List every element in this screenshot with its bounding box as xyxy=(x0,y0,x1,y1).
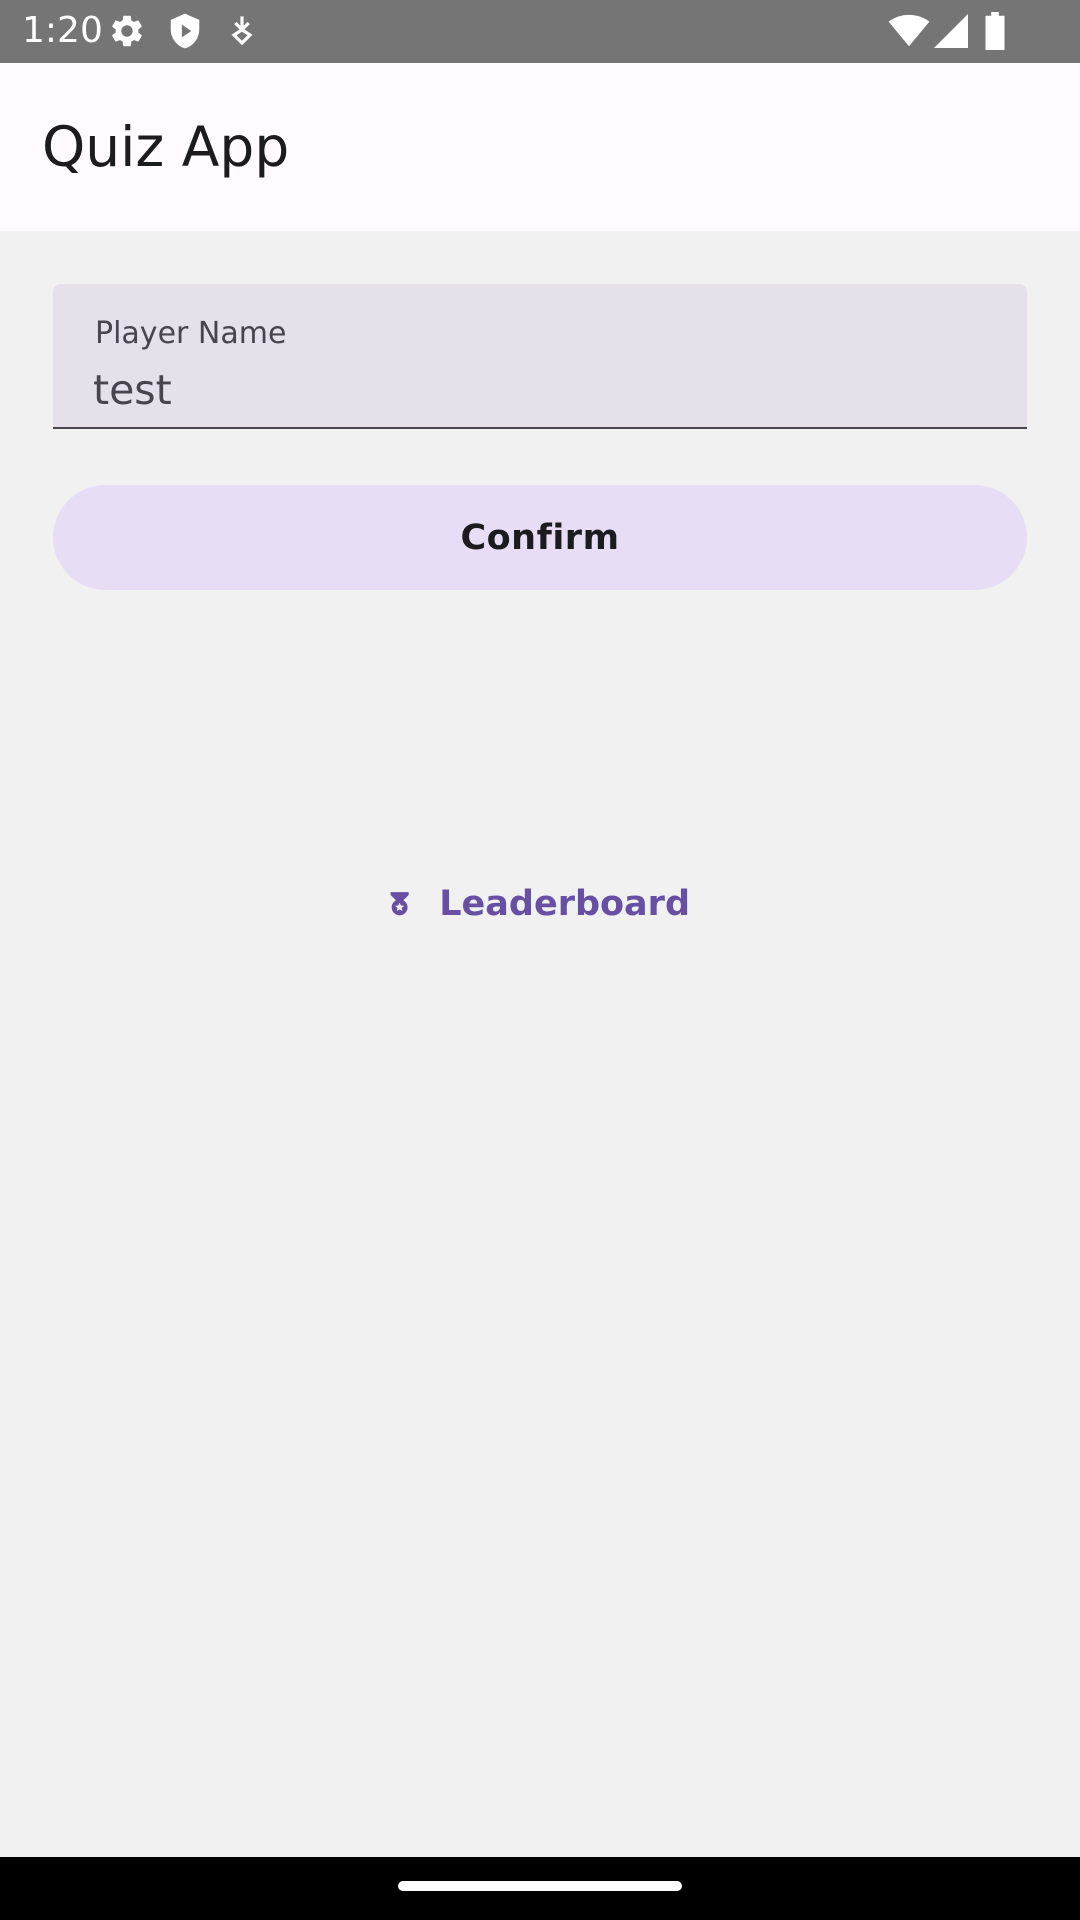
confirm-button[interactable]: Confirm xyxy=(53,485,1027,590)
battery-icon xyxy=(985,12,1005,50)
wifi-icon xyxy=(888,14,930,47)
download-icon xyxy=(231,16,253,46)
confirm-button-label: Confirm xyxy=(460,517,620,558)
home-indicator[interactable] xyxy=(398,1881,682,1891)
medal-icon xyxy=(390,892,409,916)
app-bar: Quiz App xyxy=(0,63,1080,231)
navigation-bar xyxy=(0,1857,1080,1920)
status-time: 1:20 xyxy=(22,10,103,51)
player-name-label: Player Name xyxy=(95,316,287,351)
leaderboard-label: Leaderboard xyxy=(439,884,690,924)
page-title: Quiz App xyxy=(42,115,290,179)
cellular-signal-icon xyxy=(934,14,968,48)
shield-icon xyxy=(170,13,200,49)
status-bar: 1:20 xyxy=(0,0,1080,63)
player-name-input[interactable] xyxy=(93,362,973,418)
player-name-field[interactable]: Player Name xyxy=(53,284,1027,429)
leaderboard-button[interactable]: Leaderboard xyxy=(390,870,690,938)
gear-icon xyxy=(112,15,142,47)
